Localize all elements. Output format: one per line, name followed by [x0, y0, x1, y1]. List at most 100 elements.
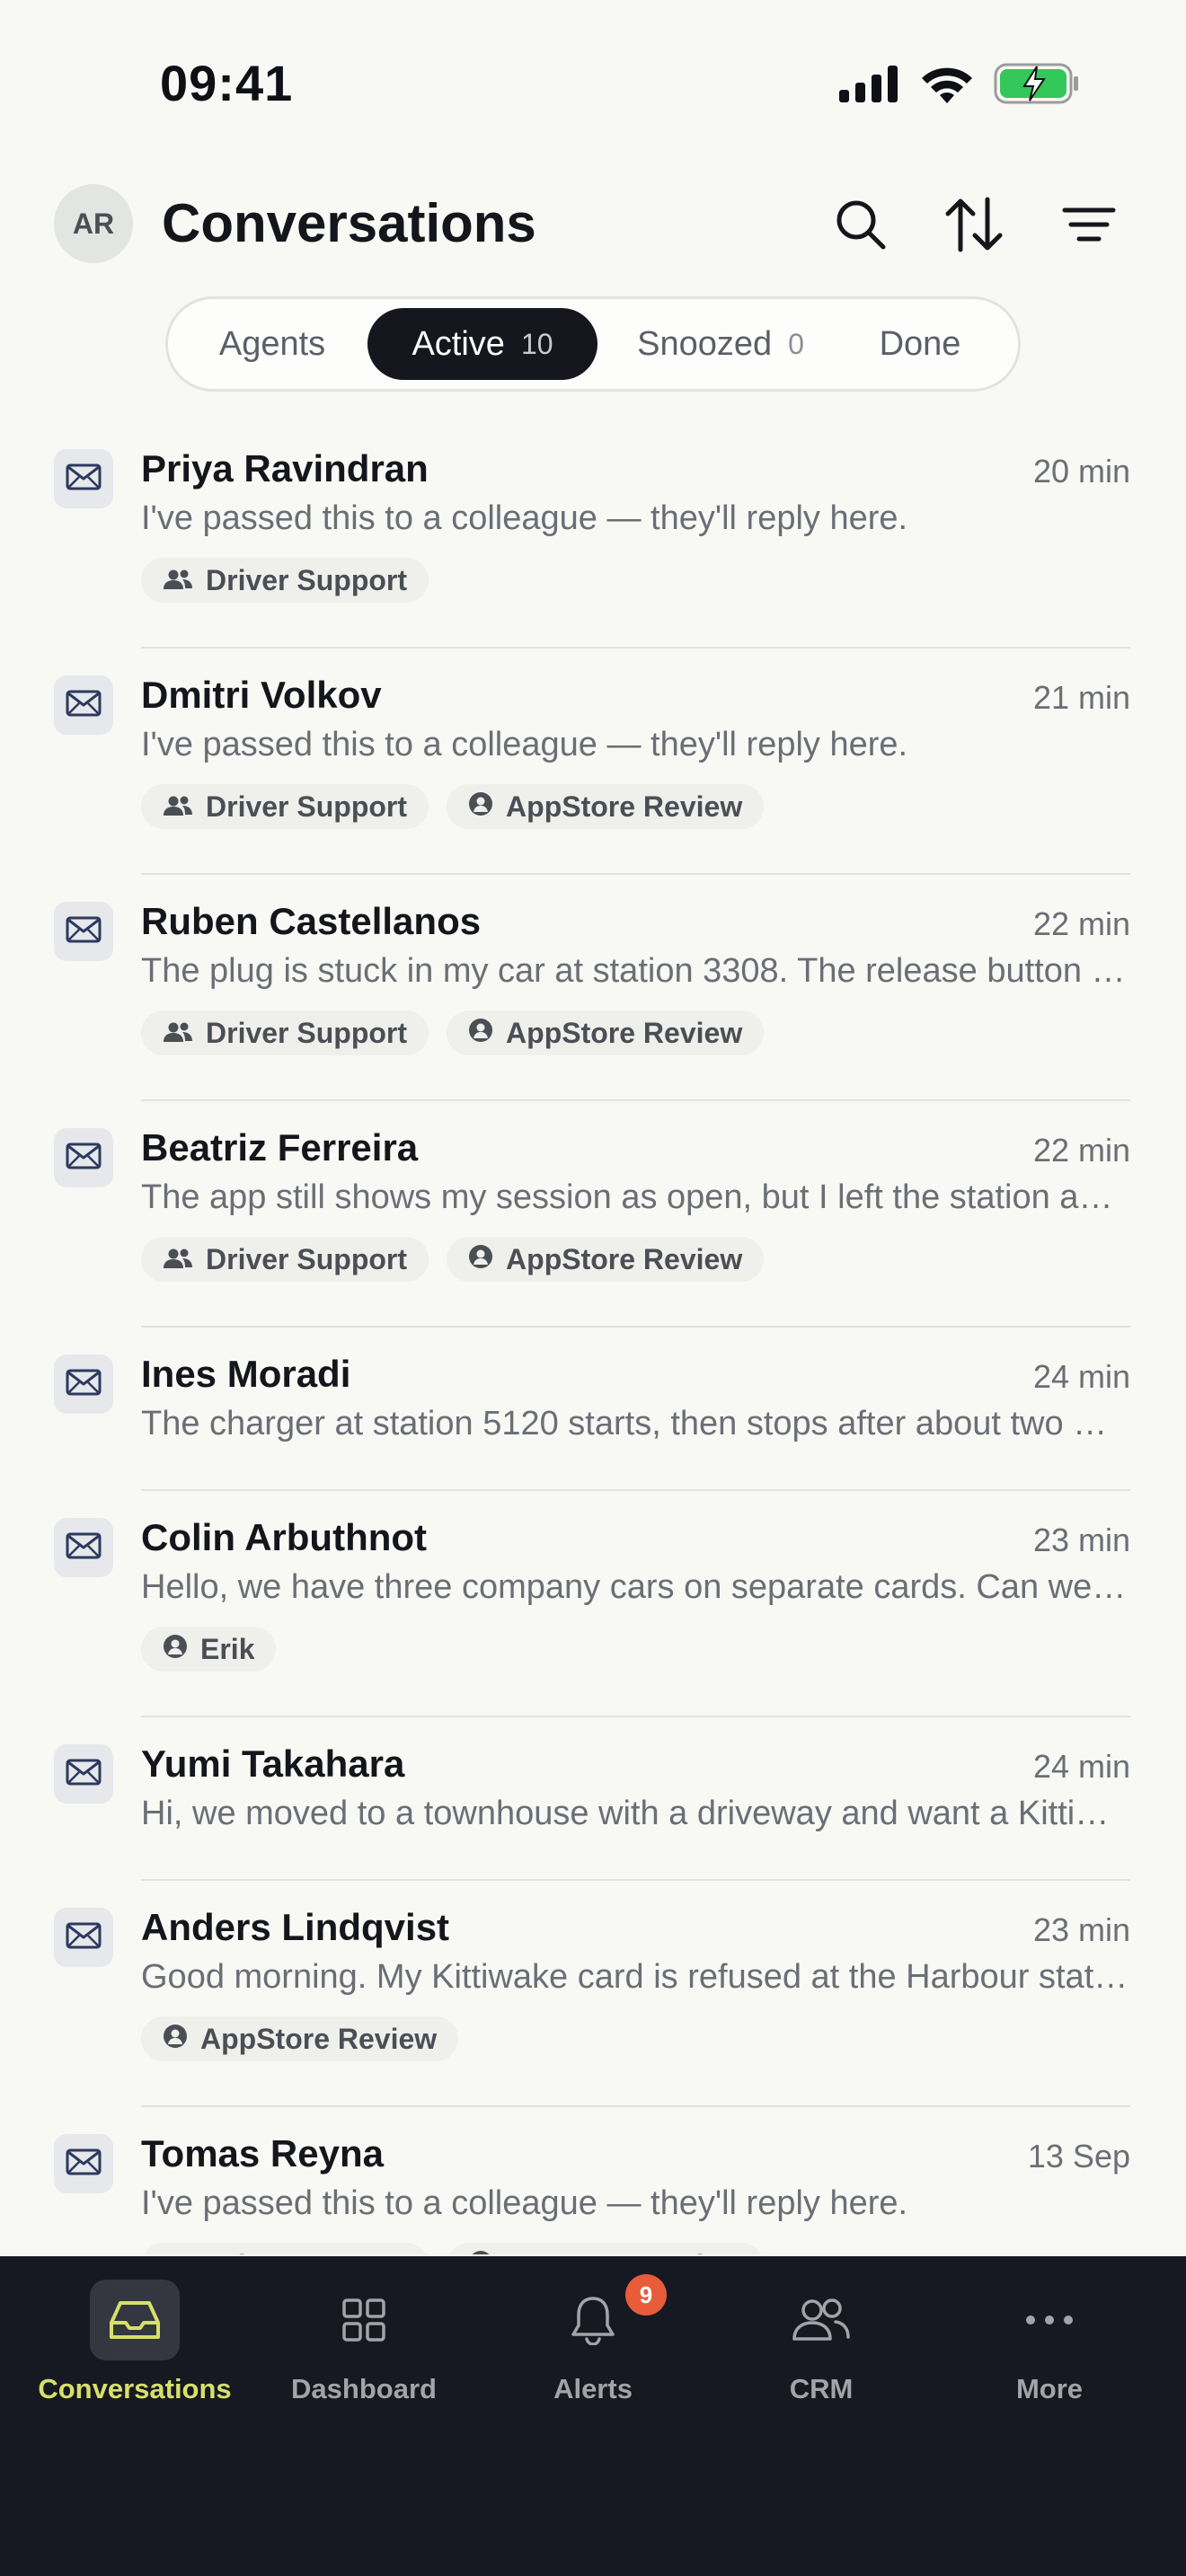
tab-conversations[interactable]: Conversations: [16, 2256, 253, 2454]
person-icon: [468, 1017, 493, 1050]
contact-name: Ines Moradi: [141, 1353, 351, 1395]
tab-more[interactable]: More: [931, 2256, 1168, 2454]
conversation-row[interactable]: Yumi Takahara 24 min Hi, we moved to a tow…: [0, 1717, 1186, 1881]
search-button[interactable]: [828, 192, 893, 257]
tag-chip: Erik: [141, 1627, 277, 1672]
tag-label: Driver Support: [206, 1242, 408, 1275]
mail-icon: [66, 1759, 102, 1790]
tag-chip: Driver Support: [141, 2243, 429, 2254]
tag-chip: AppStore Review: [141, 2016, 459, 2061]
tab-icon-container: [1005, 2280, 1094, 2360]
group-icon: [163, 790, 193, 824]
tag-label: AppStore Review: [200, 2022, 438, 2055]
conversation-row[interactable]: Dmitri Volkov 21 min I've passed this to a…: [0, 648, 1186, 875]
page-title: Conversations: [162, 193, 536, 253]
last-activity-time: 21 min: [1032, 679, 1130, 716]
channel-email: [54, 1908, 113, 1967]
segment-label: Agents: [218, 324, 326, 363]
tag-label: AppStore Review: [506, 790, 743, 823]
mail-icon: [66, 1532, 102, 1564]
tab-alerts[interactable]: 9 Alerts: [474, 2256, 712, 2454]
last-activity-time: 13 Sep: [1027, 2138, 1130, 2175]
status-icons: [837, 63, 1080, 104]
tag-chip: Driver Support: [141, 784, 429, 829]
channel-email: [54, 449, 113, 508]
tab-label: Conversations: [38, 2373, 232, 2404]
message-preview: I've passed this to a colleague — they'l…: [141, 726, 908, 763]
tag-chip: AppStore Review: [447, 1237, 765, 1282]
channel-email: [54, 1518, 113, 1577]
conversation-row[interactable]: Colin Arbuthnot 23 min Hello, we have thre…: [0, 1491, 1186, 1717]
contact-name: Yumi Takahara: [141, 1742, 405, 1785]
status-segmented-control: Agents Active 10 Snoozed 0 Done: [165, 296, 1021, 392]
conversation-row[interactable]: Anders Lindqvist 23 min Good morning. My K…: [0, 1881, 1186, 2107]
segment-done[interactable]: Done: [853, 308, 987, 380]
bell-icon: [571, 2297, 615, 2345]
tag-label: Driver Support: [206, 2249, 407, 2255]
tag-chip: AppStore Review: [447, 2243, 765, 2254]
status-bar: 09:41: [0, 0, 1186, 153]
segment-agents[interactable]: Agents: [191, 308, 353, 380]
channel-email: [54, 2134, 113, 2193]
tag-list: Driver Support AppStore Review: [141, 2243, 765, 2254]
tag-list: Driver Support AppStore Review: [141, 1010, 765, 1055]
message-preview: I've passed this to a colleague — they'l…: [141, 499, 908, 537]
tab-bar: Conversations Dashboard 9 Alerts CRM Mor…: [0, 2256, 1186, 2576]
mail-icon: [66, 1142, 102, 1174]
last-activity-time: 22 min: [1032, 905, 1130, 942]
tag-label: AppStore Review: [506, 1242, 743, 1275]
segment-active[interactable]: Active 10: [367, 308, 597, 380]
conversation-row[interactable]: Ruben Castellanos 22 min The plug is stuck…: [0, 875, 1186, 1101]
tag-list: Driver Support: [141, 558, 429, 603]
signal-icon: [839, 66, 898, 102]
conversation-row[interactable]: Priya Ravindran 20 min I've passed this to…: [0, 422, 1186, 648]
tag-chip: Driver Support: [141, 558, 429, 603]
tag-list: Driver Support AppStore Review: [141, 1237, 765, 1282]
person-icon: [163, 1633, 188, 1666]
header: AR Conversations: [0, 180, 1186, 269]
group-icon: [163, 1243, 193, 1276]
people-icon: [792, 2298, 850, 2341]
segment-label: Done: [879, 324, 961, 363]
channel-email: [54, 1128, 113, 1187]
mail-icon: [66, 463, 102, 495]
conversation-row[interactable]: Beatriz Ferreira 22 min The app still show…: [0, 1101, 1186, 1328]
message-preview: The charger at station 5120 starts, then…: [141, 1405, 1129, 1442]
tab-crm[interactable]: CRM: [703, 2256, 940, 2454]
filter-lines-icon: [1062, 207, 1116, 242]
mail-icon: [66, 2148, 102, 2180]
contact-name: Anders Lindqvist: [141, 1906, 450, 1948]
tab-dashboard[interactable]: Dashboard: [245, 2256, 482, 2454]
mail-icon: [66, 1922, 102, 1954]
last-activity-time: 24 min: [1032, 1358, 1130, 1395]
message-preview: The app still shows my session as open, …: [141, 1178, 1129, 1216]
person-icon: [163, 2023, 188, 2056]
channel-email: [54, 1354, 113, 1414]
tag-list: Driver Support AppStore Review: [141, 784, 765, 829]
contact-name: Colin Arbuthnot: [141, 1516, 428, 1558]
more-icon: [1026, 2316, 1073, 2325]
message-preview: I've passed this to a colleague — they'l…: [141, 2184, 908, 2222]
message-preview: The plug is stuck in my car at station 3…: [141, 952, 1129, 990]
wifi-icon: [922, 67, 972, 103]
tag-label: Driver Support: [206, 790, 408, 823]
avatar[interactable]: AR: [54, 184, 133, 263]
tag-label: Driver Support: [206, 563, 408, 596]
tab-icon-container: [776, 2280, 866, 2360]
person-icon: [468, 1243, 493, 1276]
group-icon: [163, 564, 193, 597]
filter-button[interactable]: [1057, 192, 1121, 257]
conversation-row[interactable]: Ines Moradi 24 min The charger at station …: [0, 1328, 1186, 1491]
segment-count: 0: [788, 327, 804, 360]
segment-snoozed[interactable]: Snoozed 0: [617, 308, 824, 380]
tab-icon-container: [319, 2280, 409, 2360]
tag-chip: Driver Support: [141, 1010, 429, 1055]
sort-button[interactable]: [942, 192, 1006, 257]
tag-label: Erik: [200, 1632, 255, 1665]
status-time: 09:41: [160, 55, 294, 111]
contact-name: Beatriz Ferreira: [141, 1126, 419, 1169]
contact-name: Ruben Castellanos: [141, 900, 482, 942]
conversation-row[interactable]: Tomas Reyna 13 Sep I've passed this to a c…: [0, 2107, 1186, 2254]
tab-icon-container: [548, 2280, 638, 2360]
contact-name: Tomas Reyna: [141, 2132, 384, 2175]
